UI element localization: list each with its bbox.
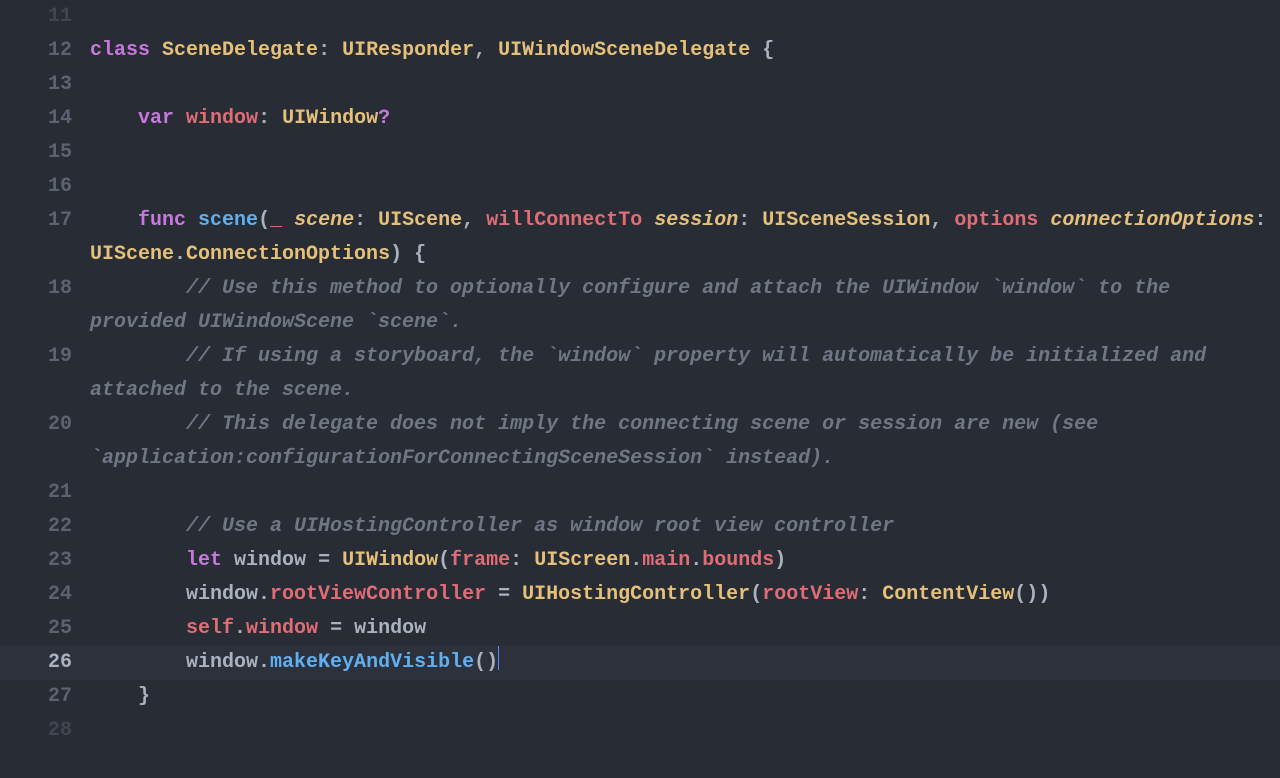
code-text[interactable]: window.rootViewController = UIHostingCon…	[90, 578, 1280, 612]
code-line[interactable]: 15	[0, 136, 1280, 170]
code-line[interactable]: 19 // If using a storyboard, the `window…	[0, 340, 1280, 408]
code-text[interactable]: var window: UIWindow?	[90, 102, 1280, 136]
line-number: 25	[0, 612, 90, 646]
line-number: 22	[0, 510, 90, 544]
line-number: 16	[0, 170, 90, 204]
code-text[interactable]: // If using a storyboard, the `window` p…	[90, 340, 1280, 408]
code-line[interactable]: 27 }	[0, 680, 1280, 714]
code-line[interactable]: 13	[0, 68, 1280, 102]
line-number: 28	[0, 714, 90, 748]
code-editor[interactable]: 11 12 class SceneDelegate: UIResponder, …	[0, 0, 1280, 778]
code-text[interactable]	[90, 68, 1280, 102]
code-line[interactable]: 28	[0, 714, 1280, 748]
code-text[interactable]: func scene(_ scene: UIScene, willConnect…	[90, 204, 1280, 272]
code-text[interactable]: // Use a UIHostingController as window r…	[90, 510, 1280, 544]
code-line[interactable]: 22 // Use a UIHostingController as windo…	[0, 510, 1280, 544]
line-number: 19	[0, 340, 90, 374]
code-line[interactable]: 20 // This delegate does not imply the c…	[0, 408, 1280, 476]
line-number: 15	[0, 136, 90, 170]
line-number: 14	[0, 102, 90, 136]
code-line[interactable]: 23 let window = UIWindow(frame: UIScreen…	[0, 544, 1280, 578]
line-number: 27	[0, 680, 90, 714]
code-text[interactable]: }	[90, 680, 1280, 714]
code-line[interactable]: 16	[0, 170, 1280, 204]
line-number: 11	[0, 0, 90, 34]
line-number: 13	[0, 68, 90, 102]
line-number: 23	[0, 544, 90, 578]
code-text[interactable]: // This delegate does not imply the conn…	[90, 408, 1280, 476]
code-line-current[interactable]: 26 window.makeKeyAndVisible()	[0, 646, 1280, 680]
line-number: 21	[0, 476, 90, 510]
code-line[interactable]: 24 window.rootViewController = UIHosting…	[0, 578, 1280, 612]
line-number: 17	[0, 204, 90, 238]
code-text[interactable]: class SceneDelegate: UIResponder, UIWind…	[90, 34, 1280, 68]
code-text[interactable]	[90, 476, 1280, 510]
code-text[interactable]: window.makeKeyAndVisible()	[90, 646, 1280, 680]
code-text[interactable]: let window = UIWindow(frame: UIScreen.ma…	[90, 544, 1280, 578]
code-text[interactable]: self.window = window	[90, 612, 1280, 646]
text-cursor	[498, 646, 499, 670]
line-number: 24	[0, 578, 90, 612]
line-number: 26	[0, 646, 90, 680]
code-text[interactable]	[90, 0, 1280, 34]
line-number: 18	[0, 272, 90, 306]
code-text[interactable]	[90, 714, 1280, 748]
code-line[interactable]: 18 // Use this method to optionally conf…	[0, 272, 1280, 340]
code-line[interactable]: 14 var window: UIWindow?	[0, 102, 1280, 136]
code-line[interactable]: 21	[0, 476, 1280, 510]
code-text[interactable]	[90, 136, 1280, 170]
code-line[interactable]: 25 self.window = window	[0, 612, 1280, 646]
line-number: 12	[0, 34, 90, 68]
code-line[interactable]: 12 class SceneDelegate: UIResponder, UIW…	[0, 34, 1280, 68]
line-number: 20	[0, 408, 90, 442]
code-line[interactable]: 11	[0, 0, 1280, 34]
code-text[interactable]	[90, 170, 1280, 204]
code-text[interactable]: // Use this method to optionally configu…	[90, 272, 1280, 340]
code-line[interactable]: 17 func scene(_ scene: UIScene, willConn…	[0, 204, 1280, 272]
